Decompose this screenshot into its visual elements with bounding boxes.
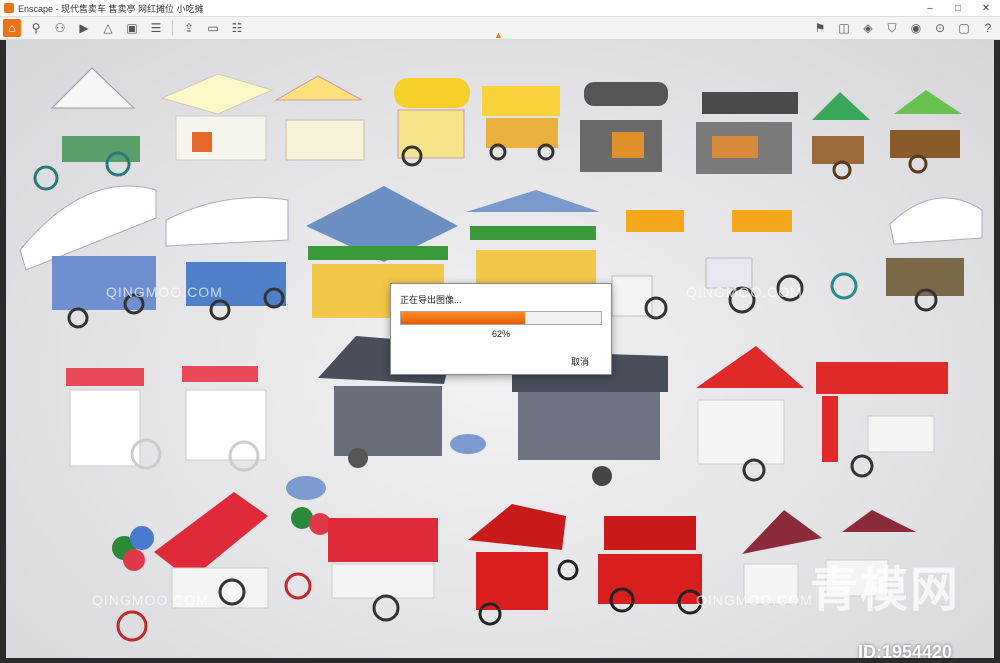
material-icon[interactable]: ◉: [907, 19, 925, 37]
minimize-button[interactable]: –: [916, 3, 944, 14]
enscape-logo-icon: [4, 3, 14, 13]
cart-row-1: [33, 67, 962, 191]
pin-icon[interactable]: ⚑: [811, 19, 829, 37]
camera-icon[interactable]: ▢: [955, 19, 973, 37]
window-title: Enscape - 现代售卖车 售卖亭 网红摊位 小吃摊: [18, 3, 204, 14]
toolbar-collapse-caret-icon[interactable]: ▲: [494, 30, 503, 40]
export-progress-bar: [400, 311, 602, 325]
title-bar: Enscape - 现代售卖车 售卖亭 网红摊位 小吃摊 – □ ✕: [0, 0, 1000, 17]
watermark-tile: QINGMOO.COM: [106, 284, 223, 300]
dialog-title: 正在导出图像...: [400, 295, 462, 305]
watermark-tile: QINGMOO.COM: [92, 592, 209, 608]
asset-library-icon[interactable]: ⛉: [883, 19, 901, 37]
link-icon[interactable]: ⚲: [27, 19, 45, 37]
watermark-tile: QINGMOO.COM: [686, 284, 803, 300]
video-icon[interactable]: ▶: [75, 19, 93, 37]
watermark-brand: 青模网: [810, 562, 961, 618]
progress-percent: 62%: [491, 329, 510, 339]
export-progress-fill: [401, 312, 525, 324]
landscape-icon[interactable]: △: [99, 19, 117, 37]
collab-icon[interactable]: ⚇: [51, 19, 69, 37]
watermark-tile: QINGMOO.COM: [696, 592, 813, 608]
monitor-icon[interactable]: ▭: [204, 19, 222, 37]
export-progress-dialog: 正在导出图像... 62% 取消: [390, 283, 612, 375]
cart-row-4: [112, 492, 916, 642]
asset-icon[interactable]: ☷: [228, 19, 246, 37]
close-button[interactable]: ✕: [972, 3, 1000, 14]
help-icon[interactable]: ?: [979, 19, 997, 37]
watermark-id: ID:1954420: [858, 642, 953, 658]
box-icon[interactable]: ◈: [859, 19, 877, 37]
home-icon[interactable]: ⌂: [3, 19, 21, 37]
toolbar-divider: [172, 20, 173, 36]
maximize-button[interactable]: □: [944, 3, 972, 14]
settings-icon[interactable]: ☰: [147, 19, 165, 37]
vr-icon[interactable]: ⊙: [931, 19, 949, 37]
view-icon[interactable]: ▣: [123, 19, 141, 37]
panorama-icon[interactable]: ◫: [835, 19, 853, 37]
cancel-button[interactable]: 取消: [571, 355, 589, 368]
export-icon[interactable]: ⇪: [180, 19, 198, 37]
